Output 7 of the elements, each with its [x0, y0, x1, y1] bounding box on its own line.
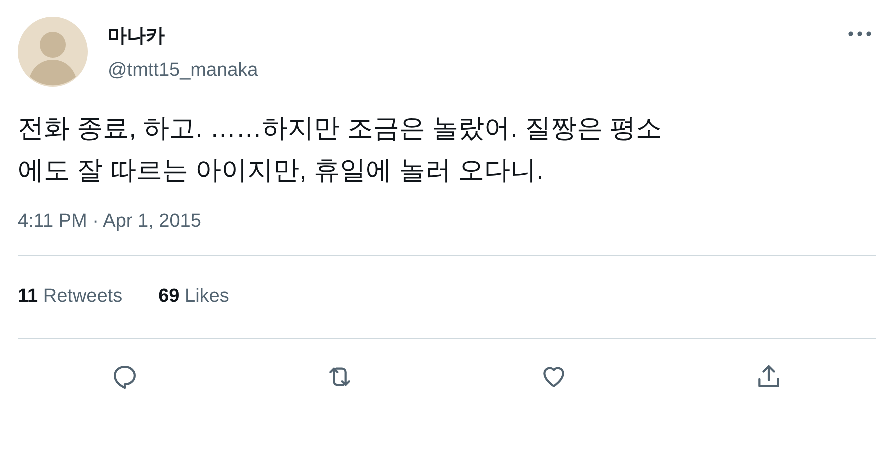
author-name[interactable]: 마나카: [108, 24, 258, 50]
tweet-text: 전화 종료, 하고. ……하지만 조금은 놀랐어. 질짱은 평소 에도 잘 따르는 아이지만, 휴일에 놀러 오다니.: [18, 112, 664, 187]
stat-link[interactable]: 11 Retweets: [18, 284, 123, 310]
timestamp[interactable]: 4:11 PM · Apr 1, 2015: [18, 211, 202, 232]
author-handle[interactable]: @tmtt15_manaka: [108, 58, 258, 84]
stat-link[interactable]: 69 Likes: [158, 284, 230, 310]
more-icon[interactable]: [848, 31, 872, 37]
